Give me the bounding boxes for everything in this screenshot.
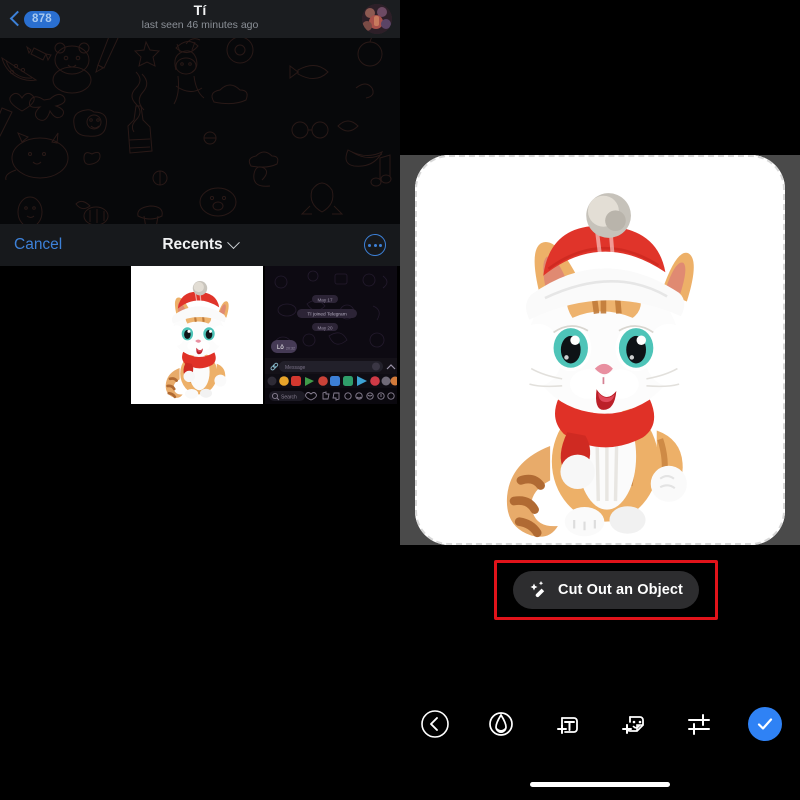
add-text-icon	[557, 717, 578, 734]
svg-text:🔗: 🔗	[270, 362, 279, 371]
screenshot-composer-placeholder: Message	[285, 365, 306, 371]
back-with-unread-count[interactable]: 878	[0, 9, 60, 29]
draw-tool-button[interactable]	[484, 707, 518, 741]
telegram-screenshot-thumbnail[interactable]: May 17 Tí joined Telegram May 20 Lô 20:3…	[265, 266, 397, 404]
doodle-pattern-icon	[0, 33, 392, 229]
album-label: Recents	[162, 236, 223, 253]
chevron-left-icon[interactable]	[8, 9, 21, 29]
attachment-picker-header: Cancel Recents	[0, 224, 400, 266]
confirm-button[interactable]	[748, 707, 782, 741]
cat-photo-thumbnail[interactable]	[131, 266, 263, 404]
cutout-highlight-box	[494, 560, 718, 620]
edited-photo-canvas[interactable]	[415, 155, 785, 545]
chat-header: 878 Tí last seen 46 minutes ago	[0, 0, 400, 38]
checkmark-icon	[757, 718, 773, 730]
screenshot-message-time: 20:32	[286, 347, 295, 351]
screenshot-search-label: Search	[281, 394, 297, 400]
editor-toolbar	[400, 700, 800, 748]
telegram-chat-panel: 878 Tí last seen 46 minutes ago Cancel R…	[0, 0, 400, 800]
contact-avatar[interactable]	[362, 4, 392, 34]
chat-last-seen: last seen 46 minutes ago	[141, 19, 259, 31]
album-selector[interactable]: Recents	[0, 235, 400, 254]
chevron-left-circle-icon	[421, 710, 449, 738]
chevron-down-icon[interactable]	[226, 235, 240, 249]
screenshot-date-2: May 20	[317, 326, 333, 331]
screenshot-root: 878 Tí last seen 46 minutes ago Cancel R…	[0, 0, 800, 800]
adjust-button[interactable]	[682, 707, 716, 741]
screenshot-date-1: May 17	[317, 298, 333, 303]
chat-title-block: Tí last seen 46 minutes ago	[0, 2, 400, 31]
add-text-button[interactable]	[550, 707, 584, 741]
picker-thumbnail-row: May 17 Tí joined Telegram May 20 Lô 20:3…	[0, 266, 400, 404]
add-sticker-button[interactable]	[616, 707, 650, 741]
screenshot-message-text: Lô	[277, 345, 284, 351]
back-button[interactable]	[418, 707, 452, 741]
add-sticker-icon	[622, 716, 644, 734]
sliders-icon	[688, 714, 710, 735]
screenshot-joined-text: Tí joined Telegram	[307, 312, 346, 318]
home-indicator	[530, 782, 670, 787]
brush-pen-icon	[489, 712, 513, 736]
unread-count-badge[interactable]: 878	[24, 10, 60, 28]
chat-title: Tí	[193, 2, 207, 18]
